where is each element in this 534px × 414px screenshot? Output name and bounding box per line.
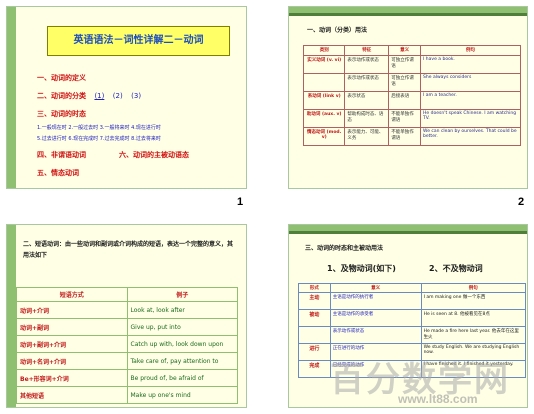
table-cell-feature: 表示动作或状态 (344, 73, 390, 92)
table-header: 例子 (126, 287, 238, 302)
table-cell-feature: 帮助构成时态、语态 (344, 109, 390, 128)
table-cell-meaning: 后接表语 (388, 91, 422, 110)
slide-2[interactable]: 一、动词（分类）用法 类别 特征 意义 例句 实义动词 (v. vi) 表示动作… (288, 6, 528, 189)
table-cell-kind (298, 326, 331, 344)
table-header: 特征 (344, 45, 390, 56)
slide-left-bar (7, 7, 16, 188)
table-cell-feature: 表示动作或状态 (344, 55, 390, 74)
table-cell-example: He doesn't speak Chinese. I am watching … (420, 109, 521, 128)
tenses-row-2[interactable]: 5.过去进行时 6.现在完成时 7.过去完成时 8.过去将来时 (37, 135, 161, 142)
outline-item-label: 二、动词的分类 (37, 92, 86, 100)
table-header: 短语方式 (16, 287, 128, 302)
table-row: 表示动作或状态 可独立作谓语 She always considers (302, 73, 521, 92)
table-cell-kind: 进行 (298, 343, 331, 361)
table-cell-meaning: 主语是动作的承受者 (329, 309, 422, 327)
table-row: 实义动词 (v. vi) 表示动作或状态 可独立作谓语 I have a boo… (302, 55, 521, 74)
table-cell-example: Look at, look after (126, 301, 238, 319)
table-row: 动词+介词 Look at, look after (16, 301, 238, 319)
table-cell-example: Be proud of, be afraid of (126, 369, 238, 387)
table-cell-example: She always considers (420, 73, 521, 92)
outline-item-definition[interactable]: 一、动词的定义 (37, 73, 86, 83)
table-header: 类别 (302, 45, 346, 56)
page-number: 2 (518, 196, 525, 208)
table-cell-kind: 助动词 (aux. v) (302, 109, 346, 128)
table-cell-meaning: 不能单独作谓语 (388, 109, 422, 128)
subheading-intransitive: 2、不及物动词 (429, 264, 483, 273)
table-header-row: 类别 特征 意义 例句 (302, 45, 521, 56)
table-cell-meaning: 可独立作谓语 (388, 55, 422, 74)
verb-class-table: 类别 特征 意义 例句 实义动词 (v. vi) 表示动作或状态 可独立作谓语 … (302, 45, 521, 146)
table-row: 动词+名词+介词 Take care of, pay attention to (16, 352, 238, 370)
class-link-1[interactable]: (1) (94, 92, 104, 100)
table-row: 动词+副词 Give up, put into (16, 318, 238, 336)
slide-3[interactable]: 二、短语动词：由一些动词和副词或介词构成的短语，表达一个完整的意义，其用法如下 … (6, 224, 247, 408)
table-cell-pattern: 动词+名词+介词 (16, 352, 128, 370)
table-cell-kind: 被动 (298, 309, 331, 327)
table-cell-pattern: 动词+副词 (16, 318, 128, 336)
table-header-row: 短语方式 例子 (16, 287, 238, 302)
slide-title: 英语语法－词性详解二－动词 (47, 26, 230, 56)
table-row: 助动词 (aux. v) 帮助构成时态、语态 不能单独作谓语 He doesn'… (302, 109, 521, 128)
table-cell-meaning: 表示动作或状态 (329, 326, 422, 344)
table-cell-meaning: 主语是动作的执行者 (329, 292, 422, 310)
table-cell-example: I am making one 做一个东西 (420, 292, 527, 310)
class-link-2[interactable]: (2) (113, 92, 123, 100)
table-row: 动词+副词+介词 Catch up with, look down upon (16, 335, 238, 353)
outline-item-tenses[interactable]: 三、动词的时态 (37, 109, 86, 119)
tenses-row-1[interactable]: 1.一般现在时 2.一般过去时 3.一般将来时 4.现在进行时 (37, 124, 161, 131)
table-cell-example: Take care of, pay attention to (126, 352, 238, 370)
table-cell-pattern: 动词+副词+介词 (16, 335, 128, 353)
slide-1[interactable]: 英语语法－词性详解二－动词 一、动词的定义 二、动词的分类 (1) (2) (3… (6, 6, 247, 189)
table-cell-meaning: 不能单独作谓语 (388, 127, 422, 146)
table-cell-meaning: 可独立作谓语 (388, 73, 422, 92)
table-cell-example: He is seen at 8. 他被看见在8点 (420, 309, 527, 327)
table-header: 意义 (388, 45, 422, 56)
subheading-transitive: 1、及物动词(如下) (327, 264, 396, 273)
table-cell-example: Give up, put into (126, 318, 238, 336)
class-link-3[interactable]: (3) (131, 92, 141, 100)
page-number: 1 (237, 196, 244, 208)
table-cell-example: He made a fire here last year. 他去年在这里生火 (420, 326, 527, 344)
table-header: 意义 (329, 283, 422, 293)
table-row: 表示动作或状态 He made a fire here last year. 他… (298, 326, 527, 344)
table-header-row: 形式 意义 例句 (298, 283, 527, 293)
table-cell-pattern: 其他短语 (16, 386, 128, 404)
outline-item-nonfinite[interactable]: 四、非谓语动词 (37, 150, 86, 160)
phrasal-verb-table: 短语方式 例子 动词+介词 Look at, look after 动词+副词 … (16, 287, 238, 404)
table-cell-example: I have a book. (420, 55, 521, 74)
table-cell-kind: 情态动词 (mod. v) (302, 127, 346, 146)
outline-item-classes[interactable]: 二、动词的分类 (1) (2) (3) (37, 91, 141, 101)
table-cell-pattern: 动词+介词 (16, 301, 128, 319)
table-cell-example: Catch up with, look down upon (126, 335, 238, 353)
table-cell-kind: 主动 (298, 292, 331, 310)
slide-heading: 三、动词的时态和主被动用法 (305, 245, 384, 252)
table-row: 情态动词 (mod. v) 表示能力、可能、义务 不能单独作谓语 We can … (302, 127, 521, 146)
table-cell-kind: 实义动词 (v. vi) (302, 55, 346, 74)
slide-heading: 二、短语动词：由一些动词和副词或介词构成的短语，表达一个完整的意义，其用法如下 (23, 241, 234, 259)
table-cell-example: Make up one's mind (126, 386, 238, 404)
slide-top-bar-dark (289, 231, 527, 234)
slide-heading: 一、动词（分类）用法 (307, 27, 368, 34)
table-cell-kind (302, 73, 346, 92)
table-header: 形式 (298, 283, 331, 293)
table-cell-feature: 表示能力、可能、义务 (344, 127, 390, 146)
table-row: 系动词 (link v) 表示状态 后接表语 I am a teacher. (302, 91, 521, 110)
table-header: 例句 (420, 45, 521, 56)
slide-left-bar (7, 225, 16, 407)
outline-item-voice[interactable]: 六、动词的主被动语态 (119, 150, 189, 160)
watermark-url: www.lt88.com (398, 392, 478, 406)
table-cell-kind: 系动词 (link v) (302, 91, 346, 110)
table-cell-example: I am a teacher. (420, 91, 521, 110)
table-cell-example: We can clean by ourselves. That could be… (420, 127, 521, 146)
table-row: 主动 主语是动作的执行者 I am making one 做一个东西 (298, 292, 527, 310)
table-cell-kind: 完成 (298, 360, 331, 378)
table-row: 被动 主语是动作的承受者 He is seen at 8. 他被看见在8点 (298, 309, 527, 327)
outline-item-modal[interactable]: 五、情态动词 (37, 168, 79, 178)
table-row: Be+形容词+介词 Be proud of, be afraid of (16, 369, 238, 387)
table-header: 例句 (420, 283, 527, 293)
table-row: 其他短语 Make up one's mind (16, 386, 238, 404)
table-cell-feature: 表示状态 (344, 91, 390, 110)
slide-top-bar-dark (289, 13, 527, 16)
table-cell-pattern: Be+形容词+介词 (16, 369, 128, 387)
